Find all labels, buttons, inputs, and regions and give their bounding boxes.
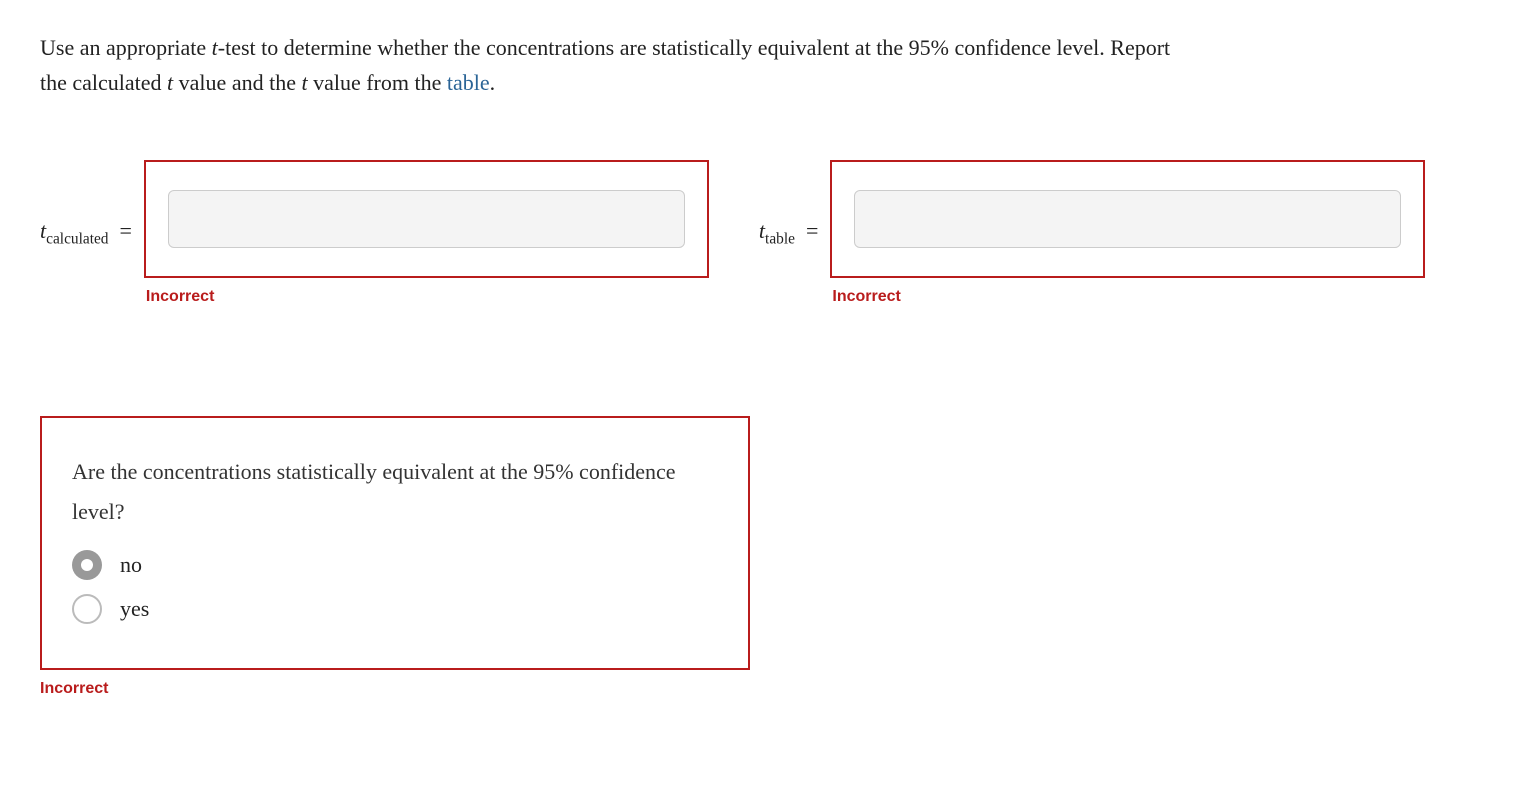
- q-text-6: .: [490, 70, 496, 95]
- t-table-box: [830, 160, 1425, 278]
- t-table-group: ttable = Incorrect: [759, 160, 1425, 306]
- q-text-2: -test to determine whether the concentra…: [218, 35, 1170, 60]
- q-text-5: value from the: [308, 70, 447, 95]
- t-calculated-boxwrap: Incorrect: [144, 160, 709, 306]
- radio-yes-label: yes: [120, 596, 149, 622]
- radio-yes-circle: [72, 594, 102, 624]
- q-text-1: Use an appropriate: [40, 35, 212, 60]
- table-link[interactable]: table: [447, 70, 490, 95]
- t-table-status: Incorrect: [832, 288, 1425, 306]
- mc-status: Incorrect: [40, 680, 1490, 698]
- t-table-sub: table: [765, 231, 795, 248]
- t-calculated-status: Incorrect: [146, 288, 709, 306]
- t-calculated-box: [144, 160, 709, 278]
- inputs-row: tcalculated = Incorrect ttable = Incorre…: [40, 160, 1490, 306]
- t-calculated-group: tcalculated = Incorrect: [40, 160, 709, 306]
- radio-no-circle: [72, 550, 102, 580]
- mc-panel: Are the concentrations statistically equ…: [40, 416, 750, 669]
- mc-container: Are the concentrations statistically equ…: [40, 416, 1490, 697]
- t-calc-equals: =: [120, 218, 132, 243]
- question-text: Use an appropriate t-test to determine w…: [40, 30, 1490, 100]
- t-table-input[interactable]: [854, 190, 1401, 248]
- t-calc-sub: calculated: [46, 231, 108, 248]
- t-calculated-input[interactable]: [168, 190, 685, 248]
- mc-question: Are the concentrations statistically equ…: [72, 452, 718, 531]
- t-table-boxwrap: Incorrect: [830, 160, 1425, 306]
- radio-yes[interactable]: yes: [72, 594, 718, 624]
- t-table-equals: =: [806, 218, 818, 243]
- t-table-label: ttable =: [759, 218, 818, 248]
- q-text-4: value and the: [173, 70, 301, 95]
- radio-no[interactable]: no: [72, 550, 718, 580]
- t-calculated-label: tcalculated =: [40, 218, 132, 248]
- radio-no-label: no: [120, 552, 142, 578]
- q-text-3: the calculated: [40, 70, 167, 95]
